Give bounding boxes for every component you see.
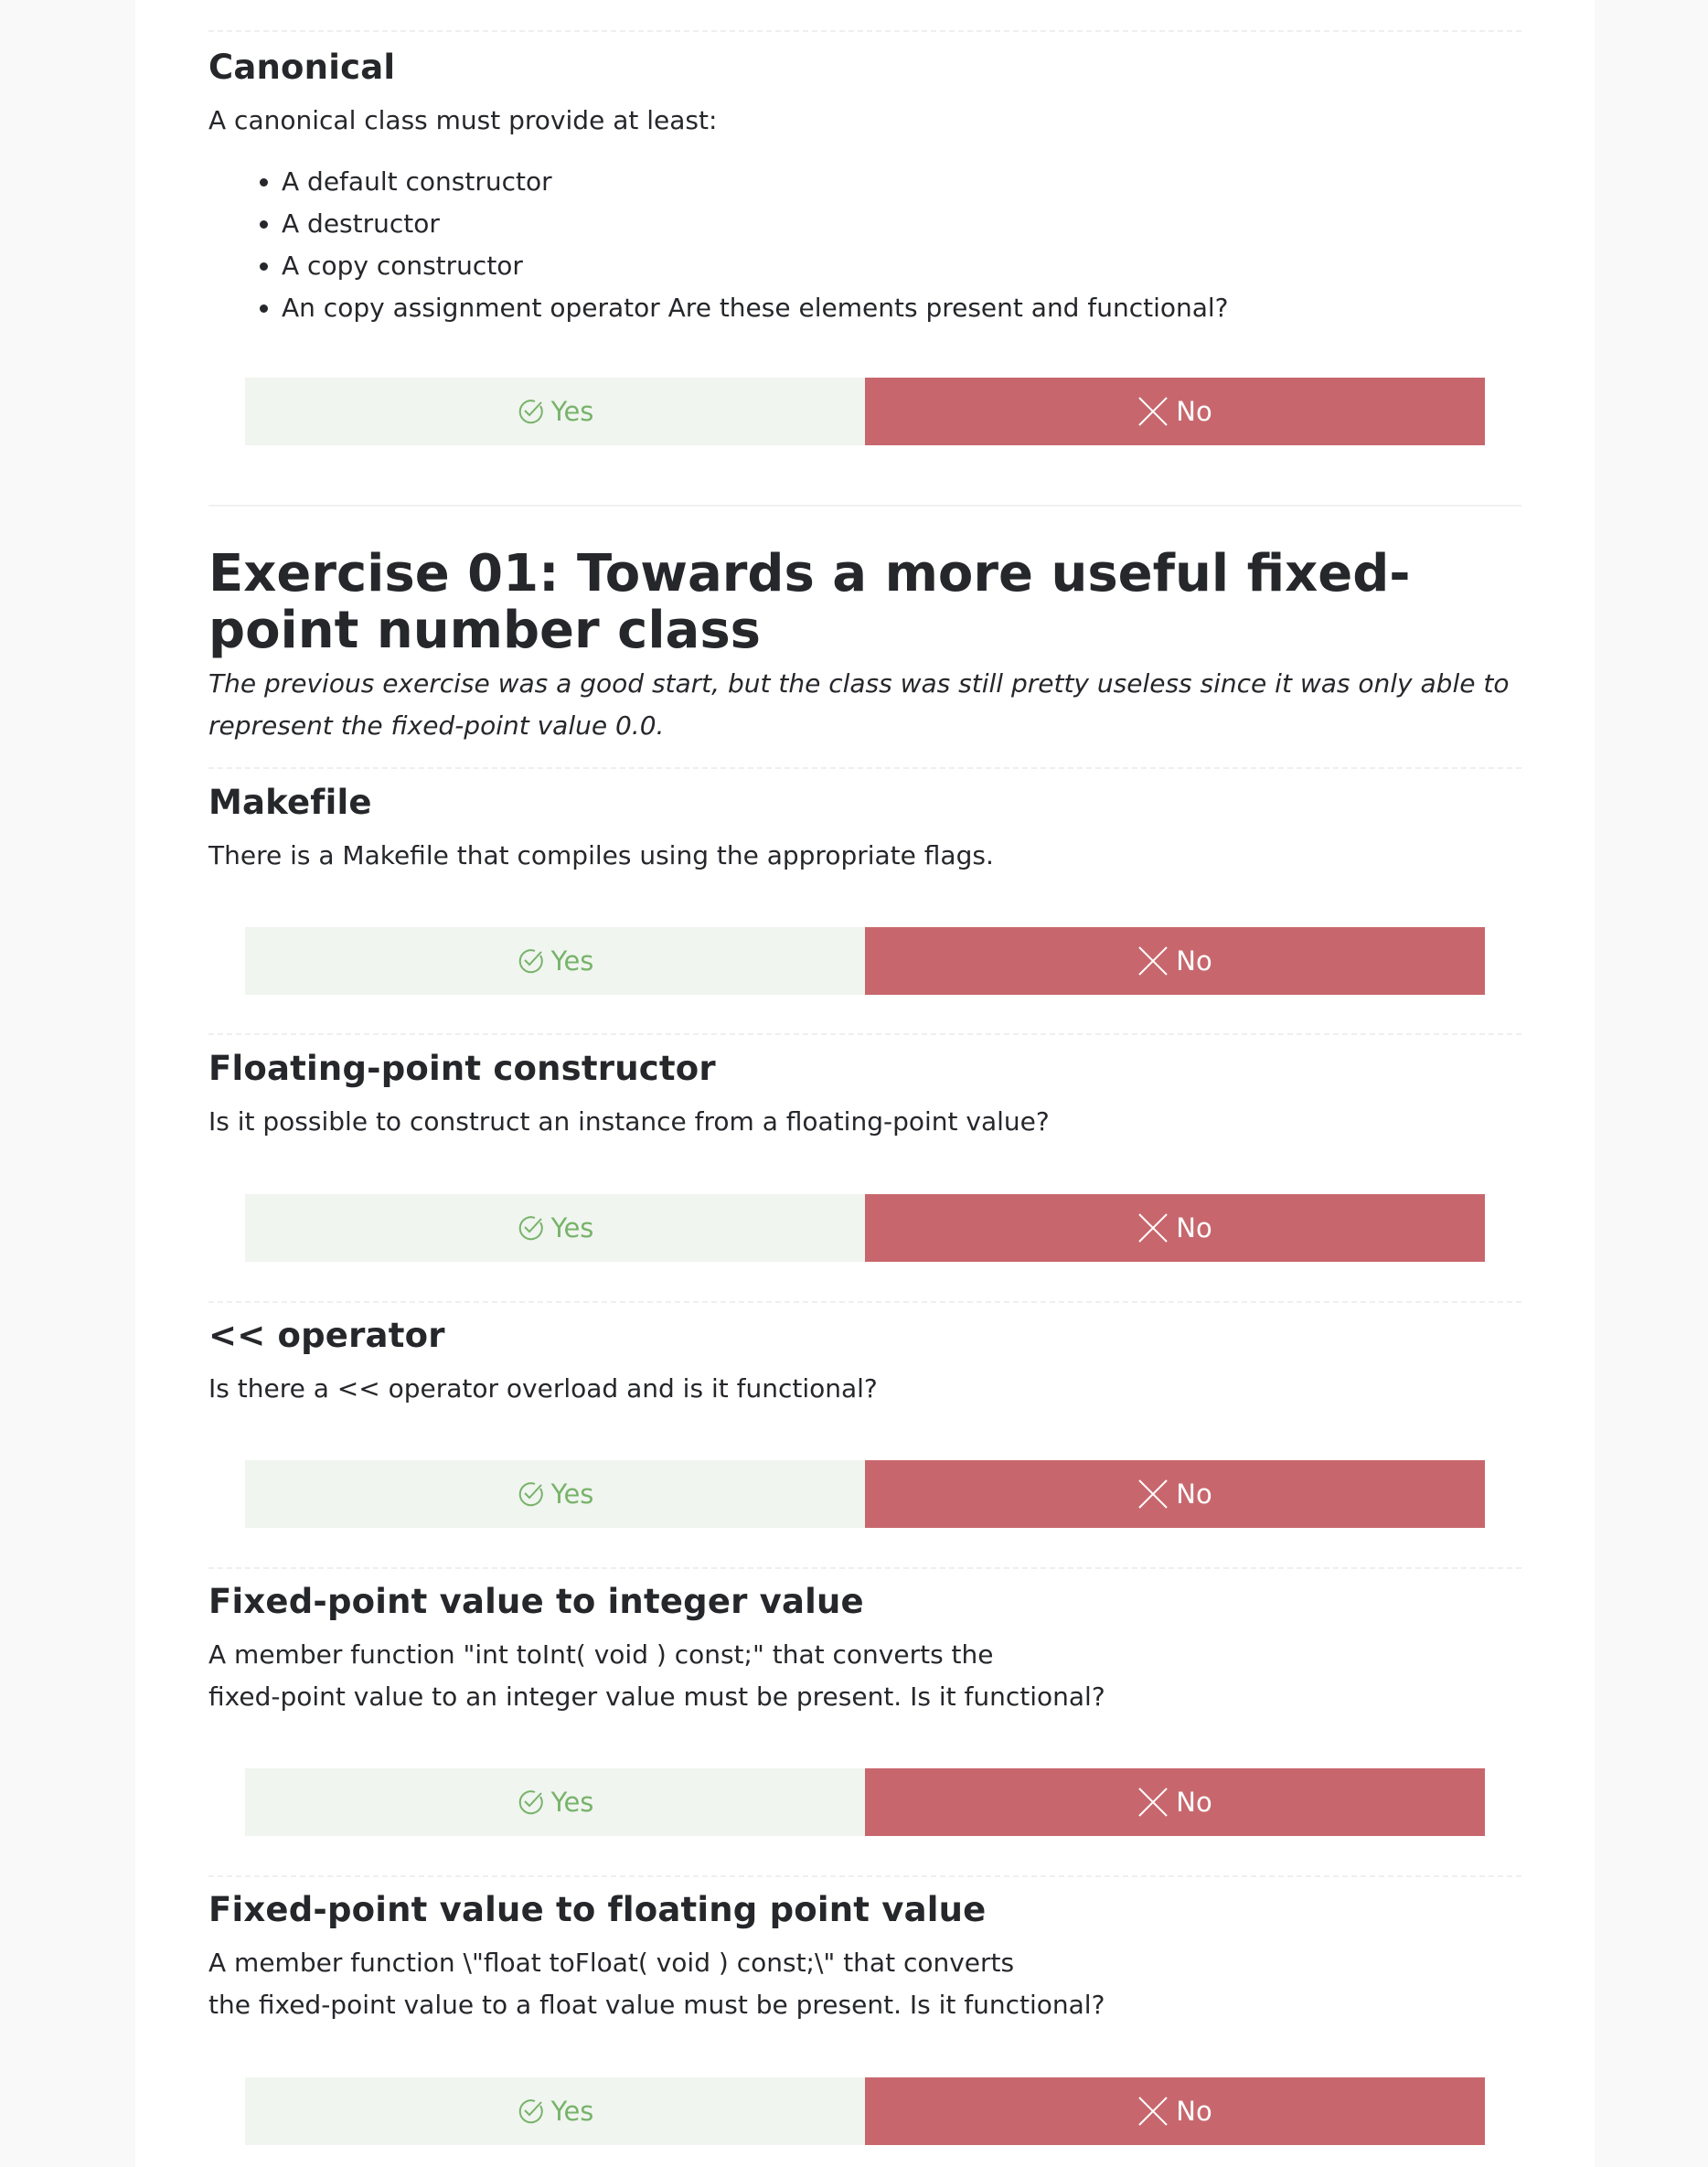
yes-label: Yes <box>550 1212 594 1244</box>
exercise-divider <box>208 505 1521 507</box>
no-button[interactable]: No <box>865 2077 1485 2145</box>
section-title: Floating-point constructor <box>208 1049 716 1088</box>
yes-button[interactable]: Yes <box>245 1460 865 1528</box>
section-description-line: A member function \"float toFloat( void … <box>208 1948 1015 1979</box>
cross-icon <box>1137 1787 1169 1818</box>
answer-buttons: Yes No <box>245 1460 1485 1528</box>
list-item: An copy assignment operator Are these el… <box>282 287 1521 329</box>
answer-buttons: Yes No <box>245 2077 1485 2145</box>
no-label: No <box>1176 1478 1212 1510</box>
no-button[interactable]: No <box>865 1768 1485 1836</box>
section-divider <box>208 1875 1521 1877</box>
list-item: A copy constructor <box>282 245 1521 287</box>
no-button[interactable]: No <box>865 1460 1485 1528</box>
section-divider <box>208 1567 1521 1569</box>
no-button[interactable]: No <box>865 1194 1485 1262</box>
yes-button[interactable]: Yes <box>245 1194 865 1262</box>
yes-button[interactable]: Yes <box>245 1768 865 1836</box>
evaluation-page: Canonical A canonical class must provide… <box>135 0 1595 2167</box>
answer-buttons: Yes No <box>245 1768 1485 1836</box>
section-divider <box>208 30 1521 32</box>
section-description-line: A member function "int toInt( void ) con… <box>208 1639 994 1671</box>
yes-label: Yes <box>550 1787 594 1818</box>
yes-button[interactable]: Yes <box>245 378 865 445</box>
section-description: Is it possible to construct an instance … <box>208 1106 1050 1137</box>
section-description: A canonical class must provide at least: <box>208 105 718 136</box>
cross-icon <box>1137 1212 1169 1244</box>
section-title: Fixed-point value to integer value <box>208 1582 864 1621</box>
cross-icon <box>1137 1478 1169 1510</box>
section-title: Makefile <box>208 783 372 822</box>
check-circle-icon <box>517 398 544 425</box>
no-label: No <box>1176 1212 1212 1244</box>
cross-icon <box>1137 945 1169 977</box>
check-section-to-int: Fixed-point value to integer value A mem… <box>208 1582 1521 1718</box>
no-button[interactable]: No <box>865 927 1485 995</box>
canonical-section: Canonical A canonical class must provide… <box>208 48 1521 329</box>
no-label: No <box>1176 2096 1212 2127</box>
exercise-header: Exercise 01: Towards a more useful fixed… <box>208 546 1521 747</box>
section-title: Fixed-point value to floating point valu… <box>208 1890 987 1929</box>
section-description-line: the fixed-point value to a float value m… <box>208 1990 1105 2021</box>
yes-button[interactable]: Yes <box>245 927 865 995</box>
requirements-list: A default constructor A destructor A cop… <box>208 161 1521 329</box>
list-item: A default constructor <box>282 161 1521 203</box>
check-section-floating-constructor: Floating-point constructor Is it possibl… <box>208 1049 1521 1143</box>
list-item: A destructor <box>282 203 1521 245</box>
check-circle-icon <box>517 1788 544 1816</box>
check-circle-icon <box>517 1480 544 1508</box>
check-circle-icon <box>517 2098 544 2125</box>
check-section-stream-operator: << operator Is there a << operator overl… <box>208 1316 1521 1410</box>
section-divider <box>208 1301 1521 1303</box>
answer-buttons: Yes No <box>245 1194 1485 1262</box>
section-divider <box>208 767 1521 769</box>
yes-label: Yes <box>550 396 594 427</box>
section-description: Is there a << operator overload and is i… <box>208 1373 878 1404</box>
answer-buttons: Yes No <box>245 378 1485 445</box>
section-title: << operator <box>208 1316 445 1355</box>
yes-label: Yes <box>550 1478 594 1510</box>
check-section-to-float: Fixed-point value to floating point valu… <box>208 1890 1521 2026</box>
section-description: There is a Makefile that compiles using … <box>208 840 994 871</box>
check-circle-icon <box>517 947 544 975</box>
no-button[interactable]: No <box>865 378 1485 445</box>
no-label: No <box>1176 1787 1212 1818</box>
no-label: No <box>1176 396 1212 427</box>
check-section-makefile: Makefile There is a Makefile that compil… <box>208 783 1521 877</box>
cross-icon <box>1137 2096 1169 2127</box>
cross-icon <box>1137 396 1169 427</box>
yes-button[interactable]: Yes <box>245 2077 865 2145</box>
section-divider <box>208 1033 1521 1035</box>
yes-label: Yes <box>550 2096 594 2127</box>
exercise-intro: The previous exercise was a good start, … <box>208 668 1510 741</box>
exercise-title: Exercise 01: Towards a more useful fixed… <box>208 544 1411 660</box>
check-circle-icon <box>517 1214 544 1242</box>
yes-label: Yes <box>550 945 594 977</box>
section-description-line: fixed-point value to an integer value mu… <box>208 1681 1105 1713</box>
answer-buttons: Yes No <box>245 927 1485 995</box>
section-title: Canonical <box>208 48 396 87</box>
no-label: No <box>1176 945 1212 977</box>
